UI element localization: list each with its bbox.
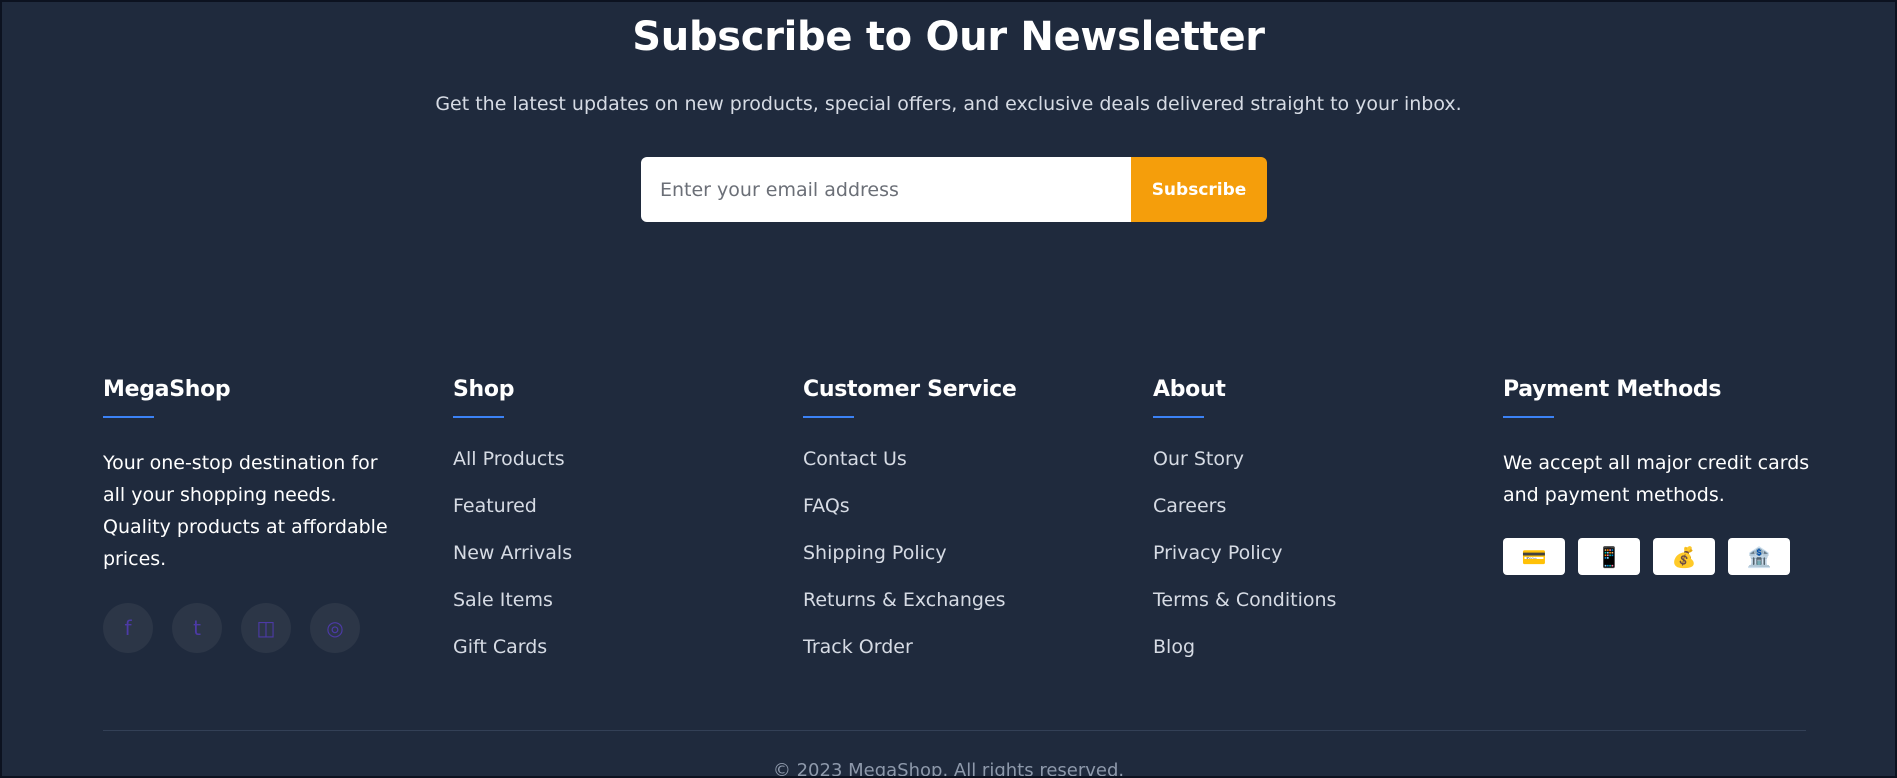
brand-description: Your one-stop destination for all your s…: [103, 452, 388, 570]
link-new-arrivals[interactable]: New Arrivals: [453, 542, 572, 564]
link-careers[interactable]: Careers: [1153, 495, 1226, 517]
shop-title: Shop: [453, 377, 515, 402]
copyright-text: © 2023 MegaShop. All rights reserved.: [772, 760, 1125, 778]
link-featured[interactable]: Featured: [453, 495, 537, 517]
about-title: About: [1153, 377, 1226, 402]
newsletter-subtitle: Get the latest updates on new products, …: [435, 93, 1462, 115]
email-input[interactable]: [641, 157, 1131, 222]
newsletter-title: Subscribe to Our Newsletter: [632, 14, 1265, 60]
brand-column: MegaShop Your one-stop destination for a…: [103, 377, 403, 653]
link-faqs[interactable]: FAQs: [803, 495, 850, 517]
about-links: Our Story Careers Privacy Policy Terms &…: [1153, 446, 1336, 681]
heading-underline: [1153, 416, 1204, 418]
shop-column: Shop All Products Featured New Arrivals …: [453, 377, 572, 681]
link-contact-us[interactable]: Contact Us: [803, 448, 907, 470]
payment-title: Payment Methods: [1503, 377, 1722, 402]
shop-links: All Products Featured New Arrivals Sale …: [453, 446, 572, 681]
link-returns-exchanges[interactable]: Returns & Exchanges: [803, 589, 1006, 611]
facebook-icon[interactable]: f: [103, 603, 153, 653]
payment-description: We accept all major credit cards and pay…: [1503, 452, 1810, 506]
twitter-icon[interactable]: t: [172, 603, 222, 653]
link-shipping-policy[interactable]: Shipping Policy: [803, 542, 947, 564]
payment-column: Payment Methods We accept all major cred…: [1503, 377, 1813, 575]
heading-underline: [453, 416, 504, 418]
customer-service-links: Contact Us FAQs Shipping Policy Returns …: [803, 446, 1017, 681]
newsletter-form: Subscribe: [641, 157, 1267, 222]
link-blog[interactable]: Blog: [1153, 636, 1195, 658]
pinterest-icon[interactable]: ◎: [310, 603, 360, 653]
heading-underline: [1503, 416, 1554, 418]
cash-icon: 💰: [1653, 538, 1715, 575]
about-column: About Our Story Careers Privacy Policy T…: [1153, 377, 1336, 681]
link-terms-conditions[interactable]: Terms & Conditions: [1153, 589, 1336, 611]
customer-service-column: Customer Service Contact Us FAQs Shippin…: [803, 377, 1017, 681]
link-our-story[interactable]: Our Story: [1153, 448, 1244, 470]
heading-underline: [803, 416, 854, 418]
link-all-products[interactable]: All Products: [453, 448, 565, 470]
footer-divider: [103, 730, 1806, 731]
link-sale-items[interactable]: Sale Items: [453, 589, 553, 611]
heading-underline: [103, 416, 154, 418]
bank-icon: 🏦: [1728, 538, 1790, 575]
social-links: f t ◫ ◎: [103, 603, 403, 653]
brand-title: MegaShop: [103, 377, 231, 402]
instagram-icon[interactable]: ◫: [241, 603, 291, 653]
link-track-order[interactable]: Track Order: [803, 636, 913, 658]
payment-methods: 💳 📱 💰 🏦: [1503, 538, 1813, 575]
link-gift-cards[interactable]: Gift Cards: [453, 636, 547, 658]
customer-service-title: Customer Service: [803, 377, 1017, 402]
subscribe-button[interactable]: Subscribe: [1131, 157, 1267, 222]
credit-card-icon: 💳: [1503, 538, 1565, 575]
link-privacy-policy[interactable]: Privacy Policy: [1153, 542, 1282, 564]
mobile-payment-icon: 📱: [1578, 538, 1640, 575]
page-frame: Subscribe to Our Newsletter Get the late…: [0, 0, 1897, 778]
